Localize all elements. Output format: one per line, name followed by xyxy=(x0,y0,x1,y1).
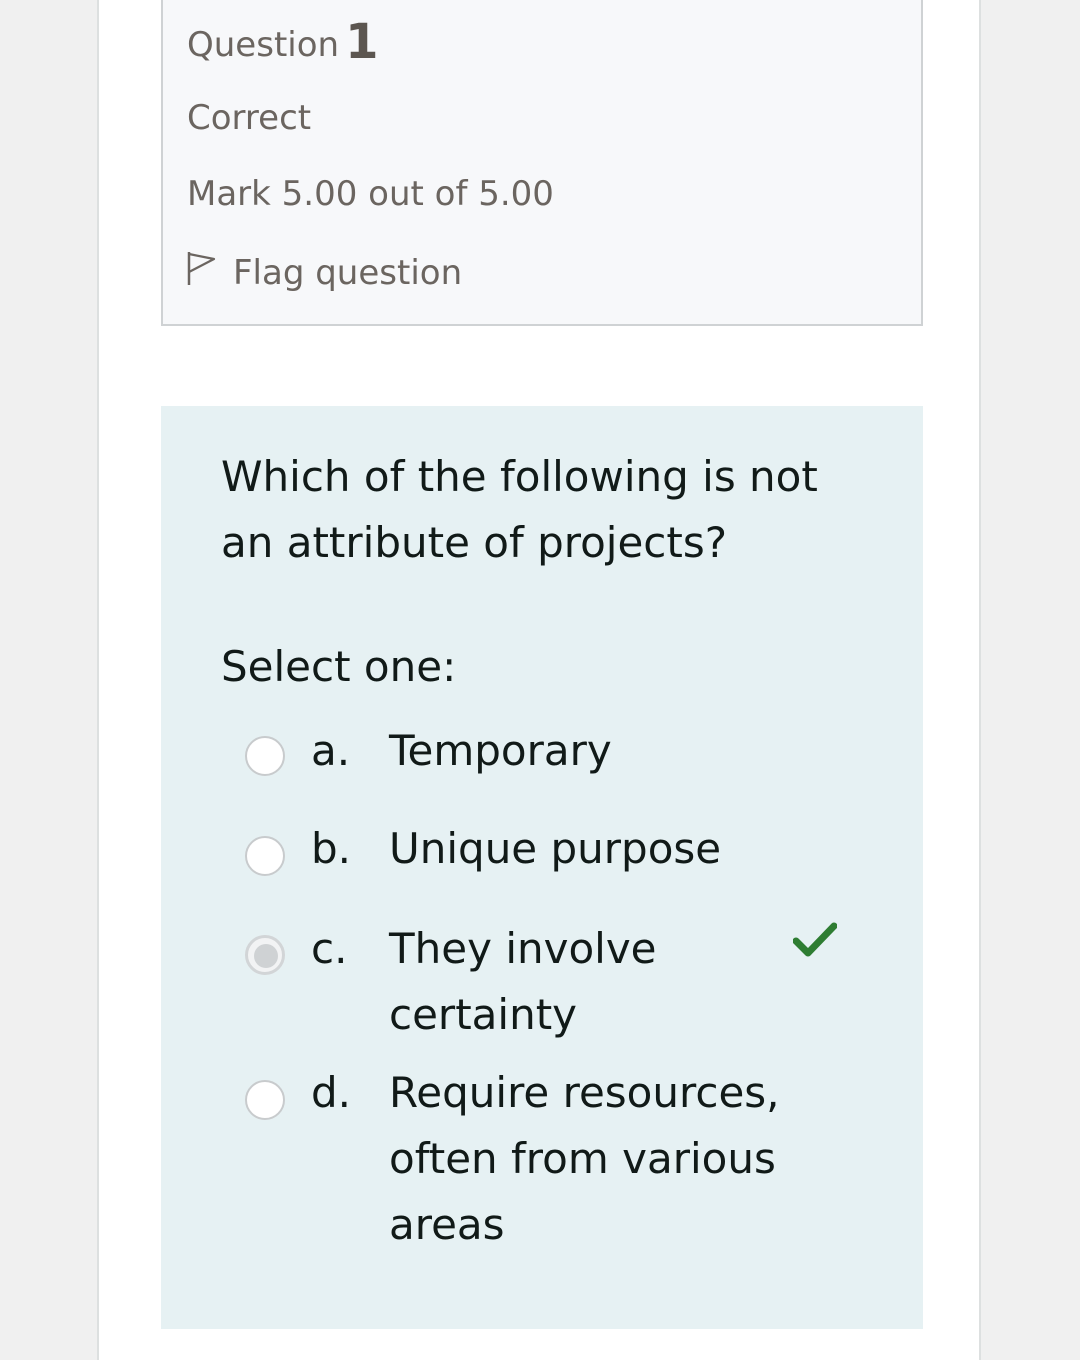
answer-option-c[interactable]: c. They involve certainty xyxy=(245,916,865,1052)
question-text: Which of the following is not an attribu… xyxy=(221,452,818,567)
option-letter: a. xyxy=(311,726,351,775)
option-letter: b. xyxy=(311,824,352,873)
option-letter: c. xyxy=(311,924,348,973)
check-icon xyxy=(793,922,837,957)
question-info-panel: Question 1 Correct Mark 5.00 out of 5.00 … xyxy=(161,0,923,326)
question-state: Correct xyxy=(187,98,312,138)
question-content-panel: Which of the following is not an attribu… xyxy=(161,406,923,1329)
page-content: Question 1 Correct Mark 5.00 out of 5.00 … xyxy=(97,0,981,1360)
radio-option-c-selected[interactable] xyxy=(245,935,285,975)
flag-question-label: Flag question xyxy=(233,252,463,293)
answer-option-b[interactable]: b. Unique purpose xyxy=(245,816,865,886)
answer-option-d[interactable]: d. Require resources, often from various… xyxy=(245,1060,865,1260)
question-grade: Mark 5.00 out of 5.00 xyxy=(187,174,554,214)
question-number: 1 xyxy=(345,14,379,70)
option-text: Require resources, often from various ar… xyxy=(389,1068,780,1249)
radio-option-a[interactable] xyxy=(245,736,285,776)
question-heading: Question 1 xyxy=(187,14,378,70)
option-text: Unique purpose xyxy=(389,824,722,873)
flag-question-link[interactable]: Flag question xyxy=(185,250,462,295)
radio-option-b[interactable] xyxy=(245,836,285,876)
option-text: They involve certainty xyxy=(389,924,657,1039)
option-text: Temporary xyxy=(389,726,612,775)
option-letter: d. xyxy=(311,1068,352,1117)
radio-option-d[interactable] xyxy=(245,1080,285,1120)
answer-prompt: Select one: xyxy=(221,642,457,691)
flag-outline-icon xyxy=(185,250,233,295)
answer-option-a[interactable]: a. Temporary xyxy=(245,718,865,788)
question-label: Question xyxy=(187,25,340,65)
